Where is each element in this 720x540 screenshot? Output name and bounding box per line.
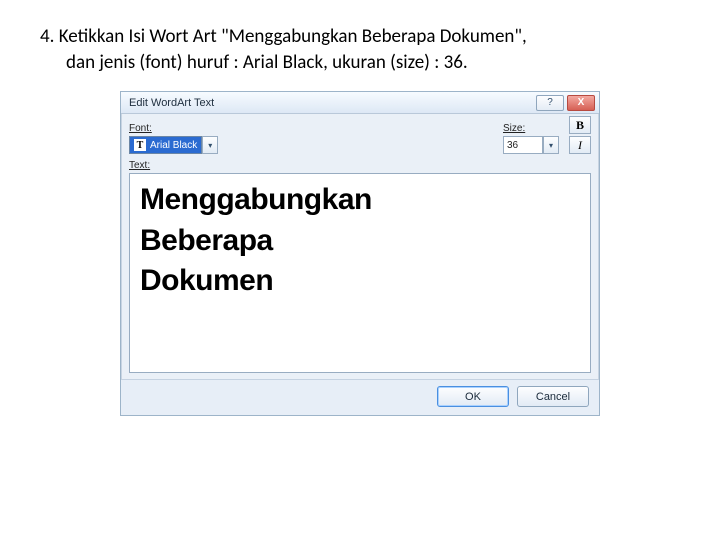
italic-button[interactable]: I xyxy=(569,136,591,154)
size-value: 36 xyxy=(507,140,518,151)
italic-label: I xyxy=(578,138,582,153)
instruction-block: 4. Ketikkan Isi Wort Art "Menggabungkan … xyxy=(0,0,720,85)
font-label: Font: xyxy=(129,123,497,134)
wordart-text: Menggabungkan Beberapa Dokumen xyxy=(140,180,580,302)
size-dropdown-button[interactable]: ▾ xyxy=(543,136,559,154)
dialog-button-bar: OK Cancel xyxy=(121,379,599,415)
font-combo-wrap: T Arial Black ▾ xyxy=(129,136,497,154)
help-icon: ? xyxy=(547,97,553,108)
cancel-label: Cancel xyxy=(536,391,570,403)
instruction-line2: dan jenis (font) huruf : Arial Black, uk… xyxy=(40,50,680,76)
dialog-title: Edit WordArt Text xyxy=(129,97,533,109)
ok-button[interactable]: OK xyxy=(437,386,509,407)
style-buttons: B I xyxy=(569,116,591,154)
font-combobox[interactable]: T Arial Black xyxy=(129,136,202,154)
font-group: Font: T Arial Black ▾ xyxy=(129,123,497,154)
font-dropdown-button[interactable]: ▾ xyxy=(202,136,218,154)
close-icon: X xyxy=(578,97,585,108)
text-label: Text: xyxy=(121,156,599,171)
wordart-text-editor[interactable]: Menggabungkan Beberapa Dokumen xyxy=(129,173,591,373)
ok-label: OK xyxy=(465,391,481,403)
edit-wordart-dialog: Edit WordArt Text ? X Font: T Arial Blac… xyxy=(120,91,600,416)
size-label: Size: xyxy=(503,123,563,134)
format-row: Font: T Arial Black ▾ Size: 36 ▾ xyxy=(121,114,599,156)
cancel-button[interactable]: Cancel xyxy=(517,386,589,407)
font-glyph-icon: T xyxy=(134,139,146,151)
chevron-down-icon: ▾ xyxy=(549,141,553,150)
bold-button[interactable]: B xyxy=(569,116,591,134)
help-button[interactable]: ? xyxy=(536,95,564,111)
instruction-line1: Ketikkan Isi Wort Art "Menggabungkan Beb… xyxy=(59,25,527,48)
bold-label: B xyxy=(576,118,584,133)
size-group: Size: 36 ▾ xyxy=(503,123,563,154)
size-combo-wrap: 36 ▾ xyxy=(503,136,563,154)
chevron-down-icon: ▾ xyxy=(208,141,212,150)
instruction-number: 4. xyxy=(40,25,54,48)
font-value: Arial Black xyxy=(150,140,197,151)
size-input[interactable]: 36 xyxy=(503,136,543,154)
close-button[interactable]: X xyxy=(567,95,595,111)
dialog-titlebar[interactable]: Edit WordArt Text ? X xyxy=(121,92,599,114)
